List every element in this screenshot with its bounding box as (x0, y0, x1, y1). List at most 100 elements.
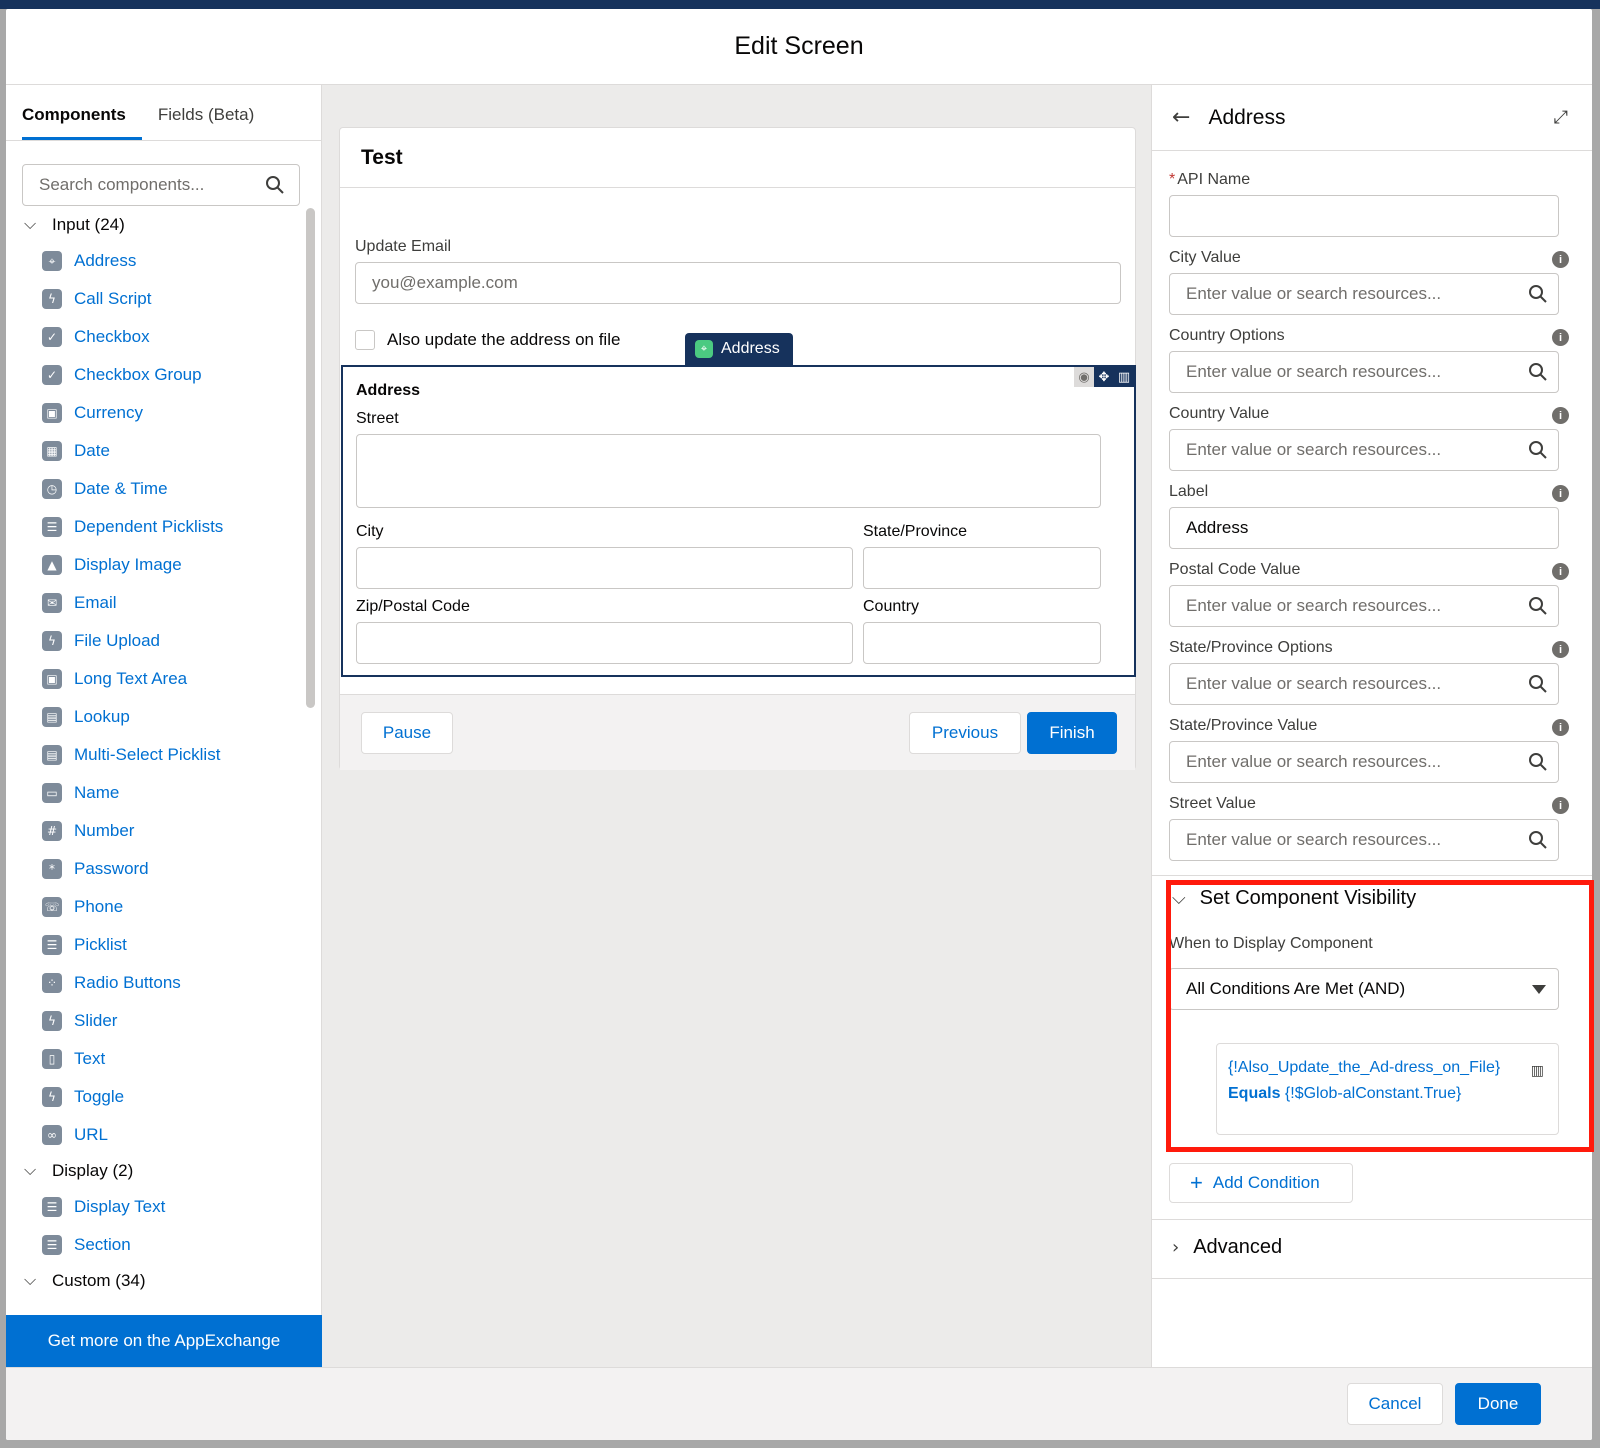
expand-icon[interactable]: ⤢ (1554, 107, 1568, 128)
advanced-header[interactable]: › Advanced (1172, 1236, 1282, 1259)
component-item[interactable]: ☰ Section (22, 1226, 300, 1264)
component-label: Currency (74, 403, 143, 422)
api-name-input[interactable] (1169, 195, 1559, 237)
info-icon[interactable]: i (1552, 641, 1569, 658)
info-icon[interactable]: i (1552, 407, 1569, 424)
address-component[interactable]: ◉ ✥ ▥ Address Street City State/Province… (341, 365, 1136, 677)
update-address-checkbox[interactable] (355, 330, 375, 350)
search-icon[interactable] (1528, 440, 1548, 460)
info-icon[interactable]: i (1552, 485, 1569, 502)
eye-icon[interactable]: ◉ (1074, 367, 1094, 387)
component-item[interactable]: ▤ Lookup (22, 698, 300, 736)
component-item[interactable]: ϟ File Upload (22, 622, 300, 660)
component-item[interactable]: ϟ Call Script (22, 280, 300, 318)
plus-icon: + (1190, 1170, 1203, 1195)
component-item[interactable]: ✉ Email (22, 584, 300, 622)
email-icon: ✉ (42, 593, 62, 613)
search-icon[interactable] (1528, 752, 1548, 772)
visibility-header[interactable]: ⌵ Set Component Visibility (1172, 887, 1416, 910)
tab-fields-beta[interactable]: Fields (Beta) (158, 85, 270, 140)
component-item[interactable]: ☰ Display Text (22, 1188, 300, 1226)
tab-components[interactable]: Components (22, 85, 142, 140)
lookup-icon: ▤ (42, 707, 62, 727)
input-placeholder: Enter value or search resources... (1186, 752, 1442, 771)
previous-button[interactable]: Previous (909, 712, 1021, 754)
done-button[interactable]: Done (1455, 1383, 1541, 1425)
component-item[interactable]: ▲ Display Image (22, 546, 300, 584)
component-item[interactable]: ☰ Picklist (22, 926, 300, 964)
info-icon[interactable]: i (1552, 563, 1569, 580)
search-icon[interactable] (1528, 830, 1548, 850)
finish-button[interactable]: Finish (1027, 712, 1117, 754)
component-item[interactable]: ∞ URL (22, 1116, 300, 1154)
search-icon[interactable] (1528, 362, 1548, 382)
delete-condition-icon[interactable]: ▥ (1531, 1058, 1544, 1084)
appexchange-link[interactable]: Get more on the AppExchange (6, 1315, 322, 1367)
component-item[interactable]: ▭ Name (22, 774, 300, 812)
component-item[interactable]: ϟ Slider (22, 1002, 300, 1040)
property-input[interactable]: Enter value or search resources... (1169, 273, 1559, 315)
property-input[interactable]: Enter value or search resources... (1169, 741, 1559, 783)
component-item[interactable]: ☏ Phone (22, 888, 300, 926)
number-icon: # (42, 821, 62, 841)
move-icon[interactable]: ✥ (1094, 367, 1114, 387)
group-header[interactable]: ⌵ Input (24) (22, 208, 300, 242)
clock-icon: ◷ (42, 479, 62, 499)
component-item[interactable]: ▦ Date (22, 432, 300, 470)
palette-scrollbar[interactable] (306, 208, 315, 708)
info-icon[interactable]: i (1552, 797, 1569, 814)
back-arrow-icon[interactable]: ← (1172, 105, 1190, 130)
country-input[interactable] (863, 622, 1101, 664)
image-icon: ▲ (42, 555, 62, 575)
search-icon[interactable] (1528, 596, 1548, 616)
update-email-input[interactable]: you@example.com (355, 262, 1121, 304)
component-item[interactable]: ✓ Checkbox (22, 318, 300, 356)
component-item[interactable]: * Password (22, 850, 300, 888)
search-icon[interactable] (1528, 674, 1548, 694)
component-item[interactable]: ⌖ Address (22, 242, 300, 280)
property-label: Country Value (1169, 405, 1270, 422)
group-header[interactable]: ⌵ Display (2) (22, 1154, 300, 1188)
component-item[interactable]: ☰ Dependent Picklists (22, 508, 300, 546)
property-input[interactable]: Enter value or search resources... (1169, 819, 1559, 861)
list-icon: ☰ (42, 517, 62, 537)
component-item[interactable]: # Number (22, 812, 300, 850)
component-label: Number (74, 821, 135, 840)
component-item[interactable]: ⁘ Radio Buttons (22, 964, 300, 1002)
info-icon[interactable]: i (1552, 719, 1569, 736)
city-input[interactable] (356, 547, 853, 589)
component-item[interactable]: ▯ Text (22, 1040, 300, 1078)
component-search[interactable] (22, 164, 300, 206)
component-item[interactable]: ✓ Checkbox Group (22, 356, 300, 394)
property-input[interactable]: Address (1169, 507, 1559, 549)
advanced-section[interactable]: › Advanced (1152, 1219, 1592, 1279)
pause-button[interactable]: Pause (361, 712, 453, 754)
property-input[interactable]: Enter value or search resources... (1169, 585, 1559, 627)
chevron-right-icon: › (1172, 1237, 1180, 1258)
info-icon[interactable]: i (1552, 251, 1569, 268)
property-input[interactable]: Enter value or search resources... (1169, 351, 1559, 393)
condition-right: {!$Glob-alConstant.True} (1284, 1085, 1462, 1102)
search-input[interactable] (37, 174, 265, 196)
property-input[interactable]: Enter value or search resources... (1169, 663, 1559, 705)
component-label: Section (74, 1235, 131, 1254)
property-input[interactable]: Enter value or search resources... (1169, 429, 1559, 471)
condition-card[interactable]: {!Also_Update_the_Ad-dress_on_File} Equa… (1216, 1043, 1559, 1135)
search-icon[interactable] (1528, 284, 1548, 304)
section-icon: ☰ (42, 1235, 62, 1255)
group-header[interactable]: ⌵ Custom (34) (22, 1264, 300, 1294)
display-condition-select[interactable]: All Conditions Are Met (AND) (1169, 968, 1559, 1010)
add-condition-button[interactable]: + Add Condition (1169, 1163, 1353, 1203)
trash-icon[interactable]: ▥ (1114, 367, 1134, 387)
cancel-button[interactable]: Cancel (1347, 1383, 1443, 1425)
component-item[interactable]: ▣ Currency (22, 394, 300, 432)
component-item[interactable]: ϟ Toggle (22, 1078, 300, 1116)
component-label: Address (74, 251, 137, 270)
zip-input[interactable] (356, 622, 853, 664)
state-input[interactable] (863, 547, 1101, 589)
component-item[interactable]: ▣ Long Text Area (22, 660, 300, 698)
info-icon[interactable]: i (1552, 329, 1569, 346)
component-item[interactable]: ◷ Date & Time (22, 470, 300, 508)
street-textarea[interactable] (356, 434, 1101, 508)
component-item[interactable]: ▤ Multi-Select Picklist (22, 736, 300, 774)
